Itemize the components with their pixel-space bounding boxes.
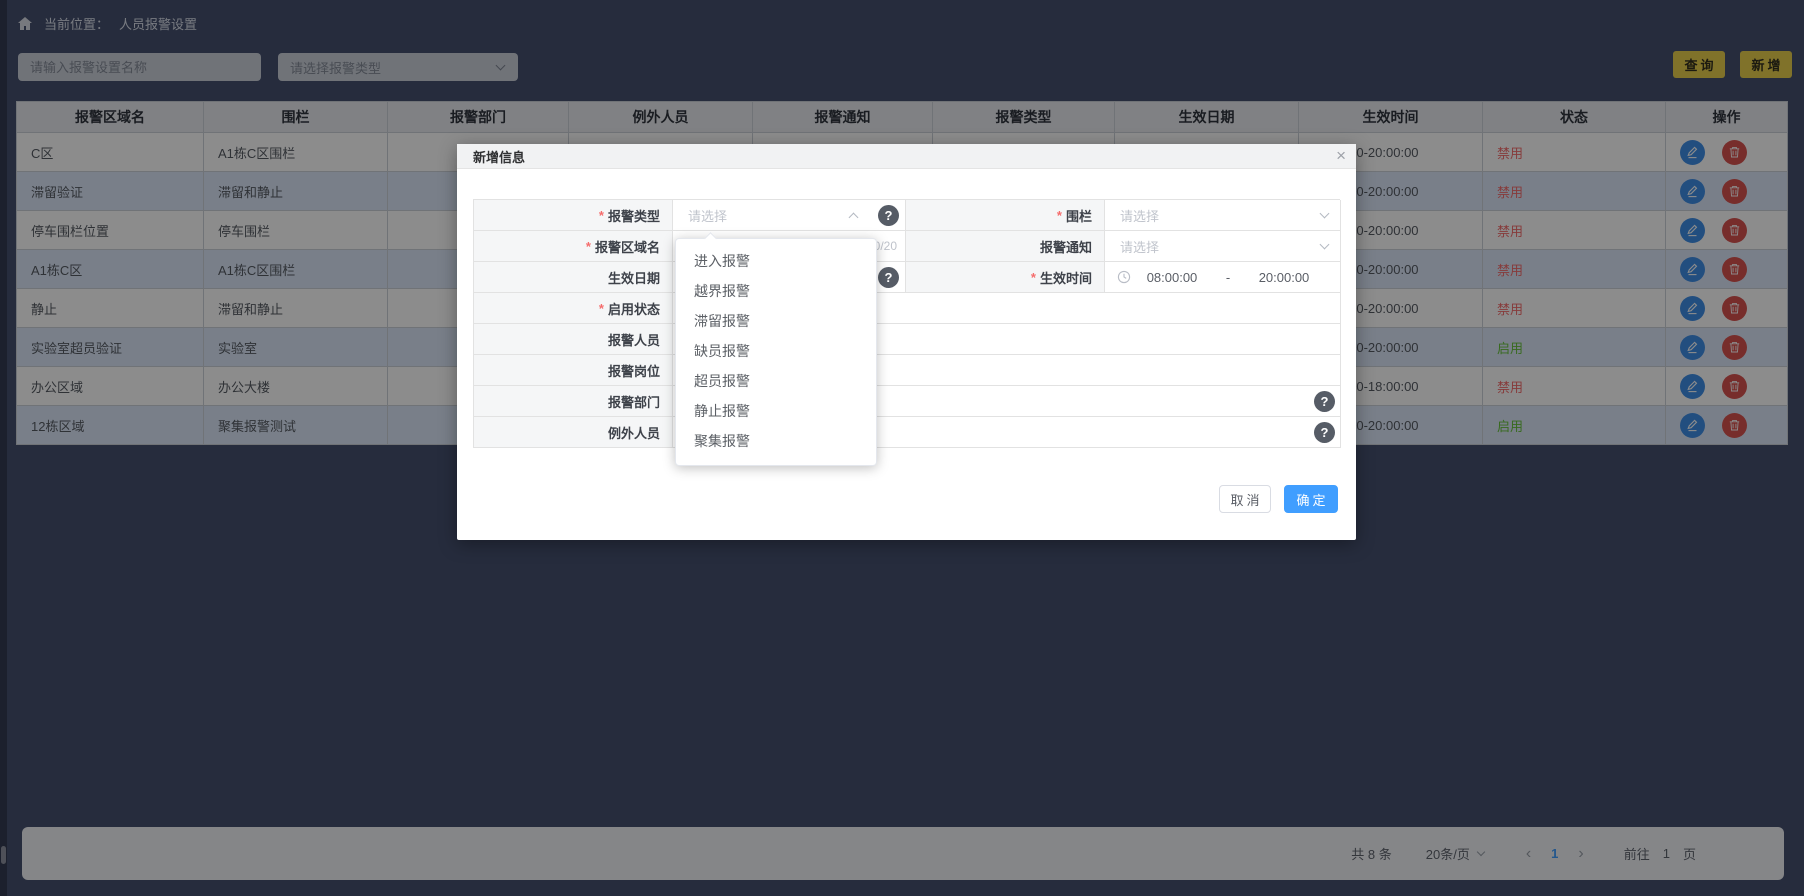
help-icon[interactable] — [878, 205, 899, 226]
alarm-person-label: 报警人员 — [474, 324, 673, 355]
dropdown-option[interactable]: 进入报警 — [676, 246, 876, 276]
time-end[interactable]: 20:00:00 — [1245, 270, 1323, 285]
exception-person-label: 例外人员 — [474, 417, 673, 448]
modal-form: *报警类型 请选择 *围栏 请选择 *报警区域名 0/20 报警通 — [473, 199, 1340, 448]
clock-icon — [1117, 270, 1131, 284]
effective-date-label: 生效日期 — [474, 262, 673, 293]
time-separator: - — [1211, 270, 1245, 285]
modal-title: 新增信息 — [473, 147, 525, 166]
help-icon[interactable] — [1314, 422, 1335, 443]
dropdown-option[interactable]: 超员报警 — [676, 366, 876, 396]
modal-header: 新增信息 × — [457, 144, 1356, 169]
confirm-button[interactable]: 确定 — [1284, 485, 1338, 513]
page: 当前位置： 人员报警设置 请选择报警类型 查询 新增 报警区域名 围栏 报警部门… — [0, 0, 1804, 896]
dropdown-option[interactable]: 聚集报警 — [676, 426, 876, 456]
effective-time-field[interactable]: 08:00:00 - 20:00:00 — [1105, 262, 1341, 293]
fence-label: *围栏 — [906, 200, 1105, 231]
notify-placeholder: 请选择 — [1105, 237, 1159, 256]
alarm-type-field[interactable]: 请选择 — [673, 200, 906, 231]
chevron-down-icon — [1320, 240, 1330, 250]
cancel-button[interactable]: 取消 — [1219, 485, 1271, 513]
time-start[interactable]: 08:00:00 — [1133, 270, 1211, 285]
fence-field[interactable]: 请选择 — [1105, 200, 1341, 231]
alarm-post-label: 报警岗位 — [474, 355, 673, 386]
alarm-type-dropdown: 进入报警 越界报警 滞留报警 缺员报警 超员报警 静止报警 聚集报警 — [675, 238, 877, 466]
notify-label: 报警通知 — [906, 231, 1105, 262]
add-info-modal: 新增信息 × *报警类型 请选择 *围栏 请选择 *报警区域名 — [457, 144, 1356, 540]
alarm-department-label: 报警部门 — [474, 386, 673, 417]
enable-status-label: *启用状态 — [474, 293, 673, 324]
help-icon[interactable] — [1314, 391, 1335, 412]
char-counter: 0/20 — [874, 239, 897, 253]
effective-time-label: *生效时间 — [906, 262, 1105, 293]
dropdown-option[interactable]: 缺员报警 — [676, 336, 876, 366]
notify-field[interactable]: 请选择 — [1105, 231, 1341, 262]
dropdown-option[interactable]: 静止报警 — [676, 396, 876, 426]
alarm-type-placeholder: 请选择 — [673, 206, 727, 225]
dropdown-option[interactable]: 滞留报警 — [676, 306, 876, 336]
chevron-up-icon — [849, 213, 859, 223]
chevron-down-icon — [1320, 209, 1330, 219]
dropdown-option[interactable]: 越界报警 — [676, 276, 876, 306]
area-name-label: *报警区域名 — [474, 231, 673, 262]
help-icon[interactable] — [878, 267, 899, 288]
close-icon[interactable]: × — [1336, 145, 1346, 167]
alarm-type-label: *报警类型 — [474, 200, 673, 231]
fence-placeholder: 请选择 — [1105, 206, 1159, 225]
